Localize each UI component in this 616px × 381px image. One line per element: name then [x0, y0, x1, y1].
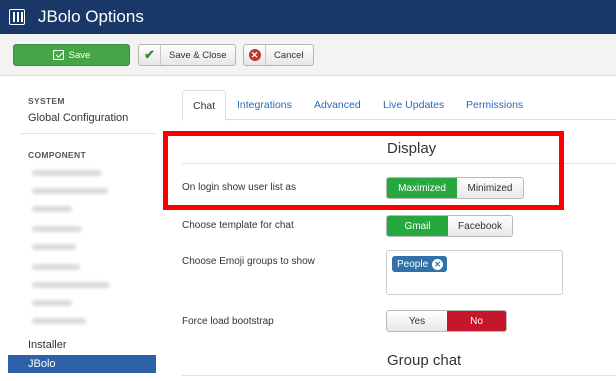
- option-facebook[interactable]: Facebook: [448, 216, 512, 236]
- checkmark-icon: ✔: [144, 47, 155, 62]
- toolbar: Save ✔ Save & Close ✕ Cancel: [0, 34, 616, 76]
- sidebar-item-global-configuration[interactable]: Global Configuration: [28, 112, 128, 124]
- emoji-tag-people: People ✕: [392, 256, 448, 272]
- save-button[interactable]: Save: [13, 44, 130, 66]
- sidebar-heading-component: COMPONENT: [28, 150, 86, 160]
- tab-live-updates[interactable]: Live Updates: [383, 90, 444, 120]
- sidebar-divider: [20, 133, 155, 134]
- emoji-groups-input[interactable]: People ✕: [386, 250, 563, 295]
- sidebar-item-blurred[interactable]: [32, 264, 80, 270]
- sidebar-item-blurred[interactable]: [32, 170, 102, 176]
- remove-tag-icon[interactable]: ✕: [432, 258, 444, 270]
- cancel-button[interactable]: ✕ Cancel: [243, 44, 314, 66]
- cancel-icon: ✕: [248, 49, 261, 61]
- option-gmail[interactable]: Gmail: [387, 216, 448, 236]
- option-no[interactable]: No: [447, 311, 506, 331]
- sidebar-item-blurred[interactable]: [32, 244, 76, 250]
- chat-template-toggle: Gmail Facebook: [386, 215, 513, 237]
- sidebar-heading-system: SYSTEM: [28, 96, 65, 106]
- force-bootstrap-toggle: Yes No: [386, 310, 507, 332]
- joomla-grid-icon: [9, 9, 25, 25]
- tab-integrations[interactable]: Integrations: [237, 90, 292, 120]
- cancel-label: Cancel: [274, 49, 304, 61]
- sidebar-item-blurred[interactable]: [32, 300, 72, 306]
- sidebar-item-blurred[interactable]: [32, 282, 110, 288]
- save-button-label: Save: [68, 49, 91, 61]
- edit-icon: [52, 50, 64, 60]
- emoji-tag-label: People: [397, 258, 429, 270]
- sidebar: SYSTEM Global Configuration COMPONENT In…: [0, 76, 160, 381]
- sidebar-item-jbolo[interactable]: JBolo: [8, 355, 156, 373]
- section-divider: [182, 375, 616, 376]
- sidebar-item-blurred[interactable]: [32, 206, 72, 212]
- sidebar-item-installer[interactable]: Installer: [28, 339, 67, 351]
- tab-permissions[interactable]: Permissions: [466, 90, 523, 120]
- sidebar-item-blurred[interactable]: [32, 226, 82, 232]
- save-close-button[interactable]: ✔ Save & Close: [138, 44, 236, 66]
- page-title: JBolo Options: [38, 7, 144, 26]
- save-close-label: Save & Close: [169, 49, 227, 61]
- emoji-groups-label: Choose Emoji groups to show: [182, 256, 315, 267]
- tab-advanced[interactable]: Advanced: [314, 90, 361, 120]
- tab-chat[interactable]: Chat: [182, 90, 227, 121]
- chat-template-label: Choose template for chat: [182, 220, 294, 231]
- group-chat-section-title: Group chat: [387, 352, 462, 369]
- option-yes[interactable]: Yes: [387, 311, 447, 331]
- sidebar-item-blurred[interactable]: [32, 318, 86, 324]
- tab-bar: Chat Integrations Advanced Live Updates …: [182, 90, 616, 121]
- force-bootstrap-label: Force load bootstrap: [182, 316, 274, 327]
- highlight-box: [163, 131, 564, 210]
- sidebar-item-blurred[interactable]: [32, 188, 108, 194]
- app-header: JBolo Options: [0, 0, 616, 34]
